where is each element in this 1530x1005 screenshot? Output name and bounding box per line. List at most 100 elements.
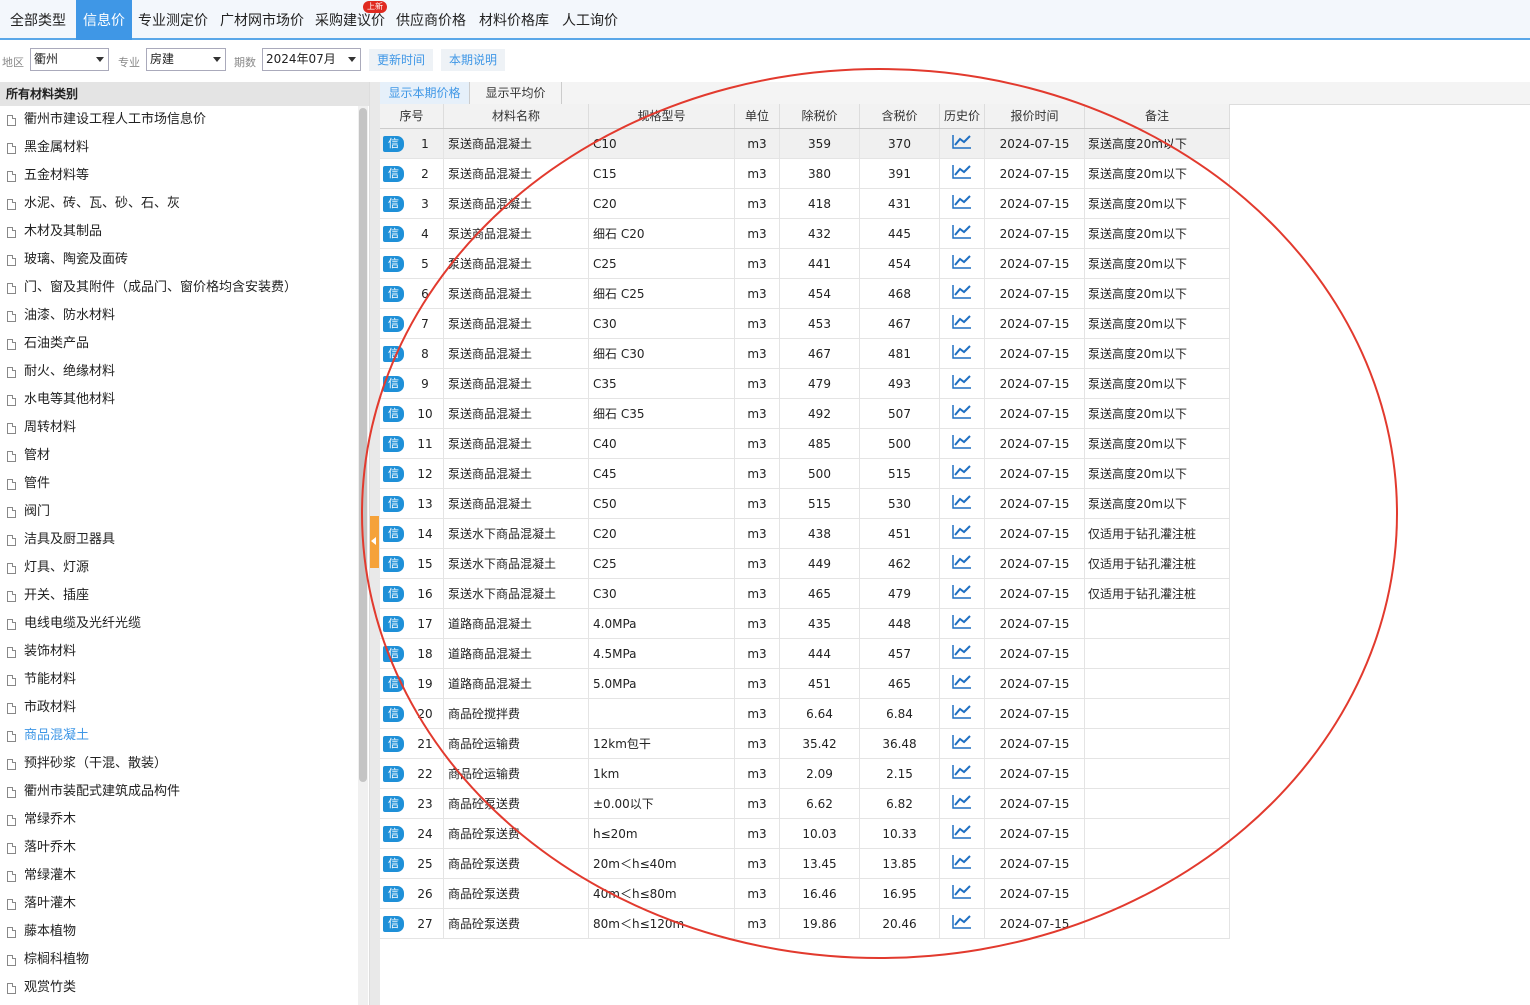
- sidebar-item[interactable]: 棕榈科植物: [0, 946, 369, 974]
- table-row[interactable]: 信 2 泵送商品混凝土 C15 m3 380 391 2024-07-15 泵送高度20m以下: [380, 159, 1230, 189]
- table-row[interactable]: 信 17 道路商品混凝土 4.0MPa m3 435 448 2024-07-15: [380, 609, 1230, 639]
- col-header-price-ex-tax[interactable]: 除税价: [780, 104, 860, 128]
- table-row[interactable]: 信 24 商品砼泵送费 h≤20m m3 10.03 10.33 2024-07-15: [380, 819, 1230, 849]
- tab-supplier-price[interactable]: 供应商价格: [390, 0, 472, 40]
- collapse-sidebar-handle[interactable]: [370, 516, 379, 568]
- line-chart-icon[interactable]: [952, 670, 972, 699]
- info-badge[interactable]: 信: [383, 226, 404, 242]
- sidebar-item[interactable]: 市政材料: [0, 694, 369, 722]
- sidebar-item[interactable]: 黑金属材料: [0, 134, 369, 162]
- line-chart-icon[interactable]: [952, 820, 972, 849]
- sidebar-item[interactable]: 石油类产品: [0, 330, 369, 358]
- table-row[interactable]: 信 27 商品砼泵送费 80m＜h≤120m m3 19.86 20.46 2024-07-1…: [380, 909, 1230, 939]
- line-chart-icon[interactable]: [952, 280, 972, 309]
- col-header-price-inc-tax[interactable]: 含税价: [860, 104, 940, 128]
- info-badge[interactable]: 信: [383, 916, 404, 932]
- table-row[interactable]: 信 19 道路商品混凝土 5.0MPa m3 451 465 2024-07-15: [380, 669, 1230, 699]
- table-row[interactable]: 信 22 商品砼运输费 1km m3 2.09 2.15 2024-07-15: [380, 759, 1230, 789]
- sidebar-item[interactable]: 常绿灌木: [0, 862, 369, 890]
- tab-professional-price[interactable]: 专业测定价: [132, 0, 214, 40]
- line-chart-icon[interactable]: [952, 430, 972, 459]
- tab-all-types[interactable]: 全部类型: [0, 0, 76, 40]
- sidebar-item[interactable]: 门、窗及其附件（成品门、窗价格均含安装费）: [0, 274, 369, 302]
- info-badge[interactable]: 信: [383, 856, 404, 872]
- sidebar-item[interactable]: 管材: [0, 442, 369, 470]
- table-row[interactable]: 信 12 泵送商品混凝土 C45 m3 500 515 2024-07-15 泵送高度20m以下: [380, 459, 1230, 489]
- line-chart-icon[interactable]: [952, 160, 972, 189]
- sidebar-item[interactable]: 玻璃、陶瓷及面砖: [0, 246, 369, 274]
- sidebar-item[interactable]: 水泥、砖、瓦、砂、石、灰: [0, 190, 369, 218]
- line-chart-icon[interactable]: [952, 760, 972, 789]
- line-chart-icon[interactable]: [952, 640, 972, 669]
- region-select[interactable]: 衢州: [30, 48, 109, 71]
- sidebar-item[interactable]: 管件: [0, 470, 369, 498]
- sidebar-item[interactable]: 洁具及厨卫器具: [0, 526, 369, 554]
- info-badge[interactable]: 信: [383, 496, 404, 512]
- info-badge[interactable]: 信: [383, 526, 404, 542]
- line-chart-icon[interactable]: [952, 130, 972, 159]
- table-row[interactable]: 信 20 商品砼搅拌费 m3 6.64 6.84 2024-07-15: [380, 699, 1230, 729]
- table-row[interactable]: 信 5 泵送商品混凝土 C25 m3 441 454 2024-07-15 泵送高度20m以下: [380, 249, 1230, 279]
- info-badge[interactable]: 信: [383, 616, 404, 632]
- sidebar-item[interactable]: 观赏竹类: [0, 974, 369, 1002]
- sidebar-item[interactable]: 油漆、防水材料: [0, 302, 369, 330]
- table-row[interactable]: 信 4 泵送商品混凝土 细石 C20 m3 432 445 2024-07-15 泵送高度20m…: [380, 219, 1230, 249]
- table-row[interactable]: 信 9 泵送商品混凝土 C35 m3 479 493 2024-07-15 泵送高度20m以下: [380, 369, 1230, 399]
- line-chart-icon[interactable]: [952, 880, 972, 909]
- line-chart-icon[interactable]: [952, 550, 972, 579]
- line-chart-icon[interactable]: [952, 310, 972, 339]
- sidebar-item[interactable]: 开关、插座: [0, 582, 369, 610]
- table-row[interactable]: 信 16 泵送水下商品混凝土 C30 m3 465 479 2024-07-15 仅适用于钻孔灌…: [380, 579, 1230, 609]
- table-row[interactable]: 信 23 商品砼泵送费 ±0.00以下 m3 6.62 6.82 2024-07-15: [380, 789, 1230, 819]
- sidebar-item[interactable]: 藤本植物: [0, 918, 369, 946]
- table-row[interactable]: 信 3 泵送商品混凝土 C20 m3 418 431 2024-07-15 泵送高度20m以下: [380, 189, 1230, 219]
- line-chart-icon[interactable]: [952, 610, 972, 639]
- table-row[interactable]: 信 25 商品砼泵送费 20m＜h≤40m m3 13.45 13.85 2024-07-15: [380, 849, 1230, 879]
- sidebar-scrollbar-thumb[interactable]: [359, 108, 367, 782]
- tab-price-library[interactable]: 材料价格库: [472, 0, 556, 40]
- col-header-remark[interactable]: 备注: [1085, 104, 1230, 128]
- info-badge[interactable]: 信: [383, 346, 404, 362]
- info-badge[interactable]: 信: [383, 556, 404, 572]
- sidebar-item[interactable]: 落叶灌木: [0, 890, 369, 918]
- table-row[interactable]: 信 14 泵送水下商品混凝土 C20 m3 438 451 2024-07-15 仅适用于钻孔灌…: [380, 519, 1230, 549]
- info-badge[interactable]: 信: [383, 736, 404, 752]
- col-header-history[interactable]: 历史价: [940, 104, 985, 128]
- info-badge[interactable]: 信: [383, 826, 404, 842]
- info-badge[interactable]: 信: [383, 676, 404, 692]
- info-badge[interactable]: 信: [383, 406, 404, 422]
- table-row[interactable]: 信 10 泵送商品混凝土 细石 C35 m3 492 507 2024-07-15 泵送高度20…: [380, 399, 1230, 429]
- sidebar-item[interactable]: 衢州市装配式建筑成品构件: [0, 778, 369, 806]
- major-select[interactable]: 房建: [146, 48, 226, 71]
- sidebar-item[interactable]: 衢州市建设工程人工市场信息价: [0, 106, 369, 134]
- sidebar-item[interactable]: 电线电缆及光纤光缆: [0, 610, 369, 638]
- table-row[interactable]: 信 15 泵送水下商品混凝土 C25 m3 449 462 2024-07-15 仅适用于钻孔灌…: [380, 549, 1230, 579]
- line-chart-icon[interactable]: [952, 580, 972, 609]
- sidebar-item[interactable]: 预拌砂浆（干混、散装）: [0, 750, 369, 778]
- info-badge[interactable]: 信: [383, 256, 404, 272]
- tab-market-price[interactable]: 广材网市场价: [214, 0, 310, 40]
- line-chart-icon[interactable]: [952, 910, 972, 939]
- table-row[interactable]: 信 11 泵送商品混凝土 C40 m3 485 500 2024-07-15 泵送高度20m以下: [380, 429, 1230, 459]
- info-badge[interactable]: 信: [383, 466, 404, 482]
- update-time-button[interactable]: 更新时间: [369, 49, 434, 71]
- info-badge[interactable]: 信: [383, 376, 404, 392]
- table-row[interactable]: 信 6 泵送商品混凝土 细石 C25 m3 454 468 2024-07-15 泵送高度20m…: [380, 279, 1230, 309]
- sidebar-item[interactable]: 阀门: [0, 498, 369, 526]
- info-badge[interactable]: 信: [383, 196, 404, 212]
- sidebar-item[interactable]: 五金材料等: [0, 162, 369, 190]
- sidebar-item[interactable]: 落叶乔木: [0, 834, 369, 862]
- table-row[interactable]: 信 21 商品砼运输费 12km包干 m3 35.42 36.48 2024-07-15: [380, 729, 1230, 759]
- col-header-seq[interactable]: 序号: [380, 104, 444, 128]
- info-badge[interactable]: 信: [383, 136, 404, 152]
- table-row[interactable]: 信 7 泵送商品混凝土 C30 m3 453 467 2024-07-15 泵送高度20m以下: [380, 309, 1230, 339]
- info-badge[interactable]: 信: [383, 586, 404, 602]
- period-note-button[interactable]: 本期说明: [441, 49, 506, 71]
- table-row[interactable]: 信 8 泵送商品混凝土 细石 C30 m3 467 481 2024-07-15 泵送高度20m…: [380, 339, 1230, 369]
- sidebar-item[interactable]: 灯具、灯源: [0, 554, 369, 582]
- line-chart-icon[interactable]: [952, 340, 972, 369]
- col-header-name[interactable]: 材料名称: [444, 104, 589, 128]
- line-chart-icon[interactable]: [952, 730, 972, 759]
- info-badge[interactable]: 信: [383, 286, 404, 302]
- sidebar-item[interactable]: 耐火、绝缘材料: [0, 358, 369, 386]
